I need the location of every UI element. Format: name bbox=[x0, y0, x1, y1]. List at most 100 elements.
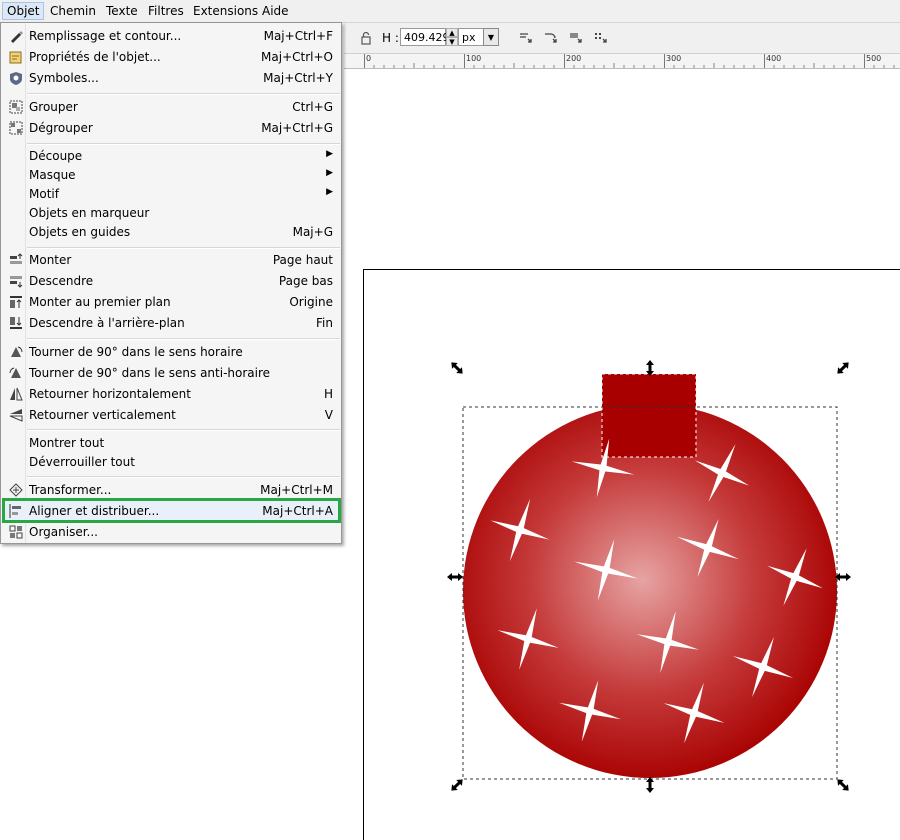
menu-item-shortcut: Page bas bbox=[278, 274, 333, 288]
menu-separator bbox=[27, 93, 340, 95]
menu-texte[interactable]: Texte bbox=[102, 3, 142, 19]
menu-item-shortcut: Maj+Ctrl+O bbox=[261, 50, 333, 64]
menu-item-label: Organiser... bbox=[29, 525, 98, 539]
menu-item-shortcut: Maj+G bbox=[292, 225, 333, 239]
menu-item-label: Descendre bbox=[29, 274, 94, 288]
menu-item-objects-to-guides[interactable]: Objets en guides Maj+G bbox=[2, 222, 340, 242]
height-spin-up[interactable]: ▲ bbox=[446, 28, 458, 37]
height-spin-down[interactable]: ▼ bbox=[446, 37, 458, 46]
menu-item-label: Découpe bbox=[29, 149, 83, 163]
arrange-icon bbox=[9, 525, 23, 539]
menu-item-label: Retourner verticalement bbox=[29, 408, 176, 422]
menu-item-object-properties[interactable]: Propriétés de l'objet... Maj+Ctrl+O bbox=[2, 47, 340, 67]
ornament-cap[interactable] bbox=[602, 374, 696, 457]
menu-item-label: Aligner et distribuer... bbox=[29, 504, 160, 518]
ungroup-icon bbox=[9, 121, 23, 135]
ruler-minor-ticks bbox=[373, 63, 895, 68]
menu-item-label: Montrer tout bbox=[29, 436, 105, 450]
menu-item-show-all[interactable]: Montrer tout bbox=[2, 433, 340, 453]
transform-icon bbox=[9, 483, 23, 497]
lower-to-bottom-icon bbox=[10, 317, 22, 329]
menu-item-label: Transformer... bbox=[29, 483, 112, 497]
menu-chemin[interactable]: Chemin bbox=[46, 3, 100, 19]
unit-select[interactable]: px bbox=[458, 28, 484, 46]
symbols-icon bbox=[10, 72, 22, 85]
menu-item-label: Remplissage et contour... bbox=[29, 29, 182, 43]
menu-item-clip[interactable]: Découpe ▶ bbox=[2, 146, 340, 166]
fill-stroke-icon bbox=[11, 31, 23, 43]
menu-objet[interactable]: Objet bbox=[2, 2, 45, 20]
menu-item-label: Dégrouper bbox=[29, 121, 93, 135]
menu-item-arrange[interactable]: Organiser... bbox=[2, 522, 340, 542]
menu-item-label: Tourner de 90° dans le sens horaire bbox=[29, 345, 243, 359]
menu-item-flip-vertical[interactable]: Retourner verticalement V bbox=[2, 405, 340, 425]
menu-item-ungroup[interactable]: Dégrouper Maj+Ctrl+G bbox=[2, 118, 340, 138]
horizontal-ruler: 0 100 200 300 400 500 bbox=[344, 54, 900, 69]
menu-item-shortcut: Maj+Ctrl+Y bbox=[263, 71, 333, 85]
raise-icon bbox=[10, 253, 23, 264]
scale-pattern-icon[interactable] bbox=[593, 30, 609, 46]
menu-item-align-distribute[interactable]: Aligner et distribuer... Maj+Ctrl+A bbox=[2, 501, 340, 521]
tool-controls-bar: H : 409.429 ▲ ▼ px ▼ bbox=[344, 23, 900, 54]
menu-item-group[interactable]: Grouper Ctrl+G bbox=[2, 97, 340, 117]
menu-filtres[interactable]: Filtres bbox=[144, 3, 188, 19]
menu-item-label: Descendre à l'arrière-plan bbox=[29, 316, 185, 330]
align-distribute-icon bbox=[9, 504, 21, 518]
menu-item-label: Masque bbox=[29, 168, 76, 182]
menu-item-label: Motif bbox=[29, 187, 59, 201]
height-label: H : bbox=[382, 31, 399, 45]
rotate-ccw-icon bbox=[9, 367, 21, 378]
menu-item-transform[interactable]: Transformer... Maj+Ctrl+M bbox=[2, 480, 340, 500]
menu-item-shortcut: V bbox=[324, 408, 333, 422]
unit-dropdown-arrow[interactable]: ▼ bbox=[483, 28, 499, 46]
menu-item-label: Déverrouiller tout bbox=[29, 455, 135, 469]
menu-item-lower[interactable]: Descendre Page bas bbox=[2, 271, 340, 291]
scale-stroke-icon[interactable] bbox=[518, 30, 534, 46]
group-icon bbox=[9, 100, 23, 114]
menu-item-rotate-ccw[interactable]: Tourner de 90° dans le sens anti-horaire bbox=[2, 363, 340, 383]
flip-vertical-icon bbox=[9, 409, 23, 422]
menu-item-rotate-cw[interactable]: Tourner de 90° dans le sens horaire bbox=[2, 342, 340, 362]
ornament-ball[interactable] bbox=[463, 404, 837, 778]
menu-item-label: Propriétés de l'objet... bbox=[29, 50, 161, 64]
menu-separator bbox=[27, 247, 340, 249]
menu-separator bbox=[27, 476, 340, 478]
scale-corners-icon[interactable] bbox=[543, 30, 559, 46]
menu-item-shortcut: Maj+Ctrl+A bbox=[262, 504, 333, 518]
ornament-drawing[interactable] bbox=[440, 355, 860, 795]
menu-item-lower-to-bottom[interactable]: Descendre à l'arrière-plan Fin bbox=[2, 313, 340, 333]
menu-item-flip-horizontal[interactable]: Retourner horizontalement H bbox=[2, 384, 340, 404]
menu-item-symbols[interactable]: Symboles... Maj+Ctrl+Y bbox=[2, 68, 340, 88]
menu-item-label: Grouper bbox=[29, 100, 78, 114]
height-input[interactable]: 409.429 bbox=[400, 28, 450, 46]
menu-item-unlock-all[interactable]: Déverrouiller tout bbox=[2, 452, 340, 472]
menu-item-label: Monter au premier plan bbox=[29, 295, 171, 309]
lock-ratio-icon[interactable] bbox=[358, 30, 374, 46]
menu-item-shortcut: Fin bbox=[316, 316, 333, 330]
menu-item-label: Retourner horizontalement bbox=[29, 387, 191, 401]
menu-item-label: Objets en marqueur bbox=[29, 206, 150, 220]
menu-aide[interactable]: Aide bbox=[258, 3, 293, 19]
menu-item-shortcut: Ctrl+G bbox=[292, 100, 333, 114]
menu-item-raise-to-top[interactable]: Monter au premier plan Origine bbox=[2, 292, 340, 312]
menu-item-shortcut: Page haut bbox=[272, 253, 333, 267]
menu-item-pattern[interactable]: Motif ▶ bbox=[2, 184, 340, 204]
menu-item-label: Monter bbox=[29, 253, 72, 267]
menu-item-label: Objets en guides bbox=[29, 225, 131, 239]
menu-item-label: Tourner de 90° dans le sens anti-horaire bbox=[29, 366, 271, 380]
lower-icon bbox=[10, 276, 23, 288]
submenu-arrow-icon: ▶ bbox=[326, 168, 333, 178]
menu-item-raise[interactable]: Monter Page haut bbox=[2, 250, 340, 270]
raise-to-top-icon bbox=[10, 296, 22, 308]
menu-item-shortcut: Maj+Ctrl+G bbox=[261, 121, 333, 135]
menu-item-objects-to-marker[interactable]: Objets en marqueur bbox=[2, 203, 340, 223]
submenu-arrow-icon: ▶ bbox=[326, 187, 333, 197]
menu-item-mask[interactable]: Masque ▶ bbox=[2, 165, 340, 185]
menu-bar: Objet Chemin Texte Filtres Extensions Ai… bbox=[0, 0, 900, 23]
menu-separator bbox=[27, 338, 340, 340]
menu-item-fill-stroke[interactable]: Remplissage et contour... Maj+Ctrl+F bbox=[2, 26, 340, 46]
menu-item-shortcut: Maj+Ctrl+F bbox=[263, 29, 333, 43]
scale-gradient-icon[interactable] bbox=[568, 30, 584, 46]
flip-horizontal-icon bbox=[10, 387, 23, 401]
menu-extensions[interactable]: Extensions bbox=[189, 3, 262, 19]
